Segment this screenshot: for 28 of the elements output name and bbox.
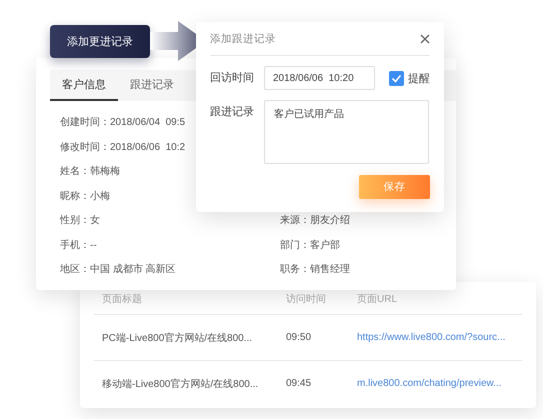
- dialog-title: 添加跟进记录: [210, 32, 276, 46]
- table-cell-text: 09:50: [286, 332, 312, 343]
- field-label: 回访时间: [210, 70, 255, 86]
- info-field: 部门：客户部: [280, 238, 456, 252]
- info-field: 昵称：小梅: [60, 188, 280, 203]
- info-field: 地区：中国 成都市 高新区: [60, 262, 280, 276]
- add-record-button[interactable]: 添加更进记录: [50, 25, 150, 58]
- table-cell-text: PC端-Live800官方网站/在线800...: [102, 332, 254, 344]
- tab[interactable]: 客户信息: [50, 70, 118, 101]
- checkbox[interactable]: [389, 70, 404, 86]
- url-link[interactable]: https://www.live800.com/?sourc...: [357, 332, 522, 343]
- table-cell-text: 移动端-Live800官方网站/在线800...: [102, 378, 260, 390]
- tab[interactable]: 跟进记录: [118, 70, 186, 101]
- info-field: 姓名：韩梅梅: [60, 164, 280, 178]
- table-cell-text: 09:45: [286, 378, 312, 389]
- time-field[interactable]: 2018/06/06 10:20: [264, 66, 375, 90]
- column-header: 页面URL: [357, 293, 398, 306]
- info-field: 职务：销售经理: [280, 262, 456, 276]
- field-label: 跟进记录: [210, 105, 255, 120]
- column-header: 访问时间: [286, 292, 327, 306]
- reminder-label: 提醒: [408, 72, 430, 86]
- url-link[interactable]: m.live800.com/chating/preview...: [357, 378, 522, 389]
- info-field: 手机：--: [60, 238, 280, 252]
- note-field[interactable]: 客户已试用产品: [264, 100, 429, 164]
- column-header: 页面标题: [102, 292, 143, 306]
- info-field: 来源：朋友介绍: [280, 213, 456, 228]
- info-field: 性别：女: [60, 213, 280, 228]
- close-icon[interactable]: [420, 34, 430, 44]
